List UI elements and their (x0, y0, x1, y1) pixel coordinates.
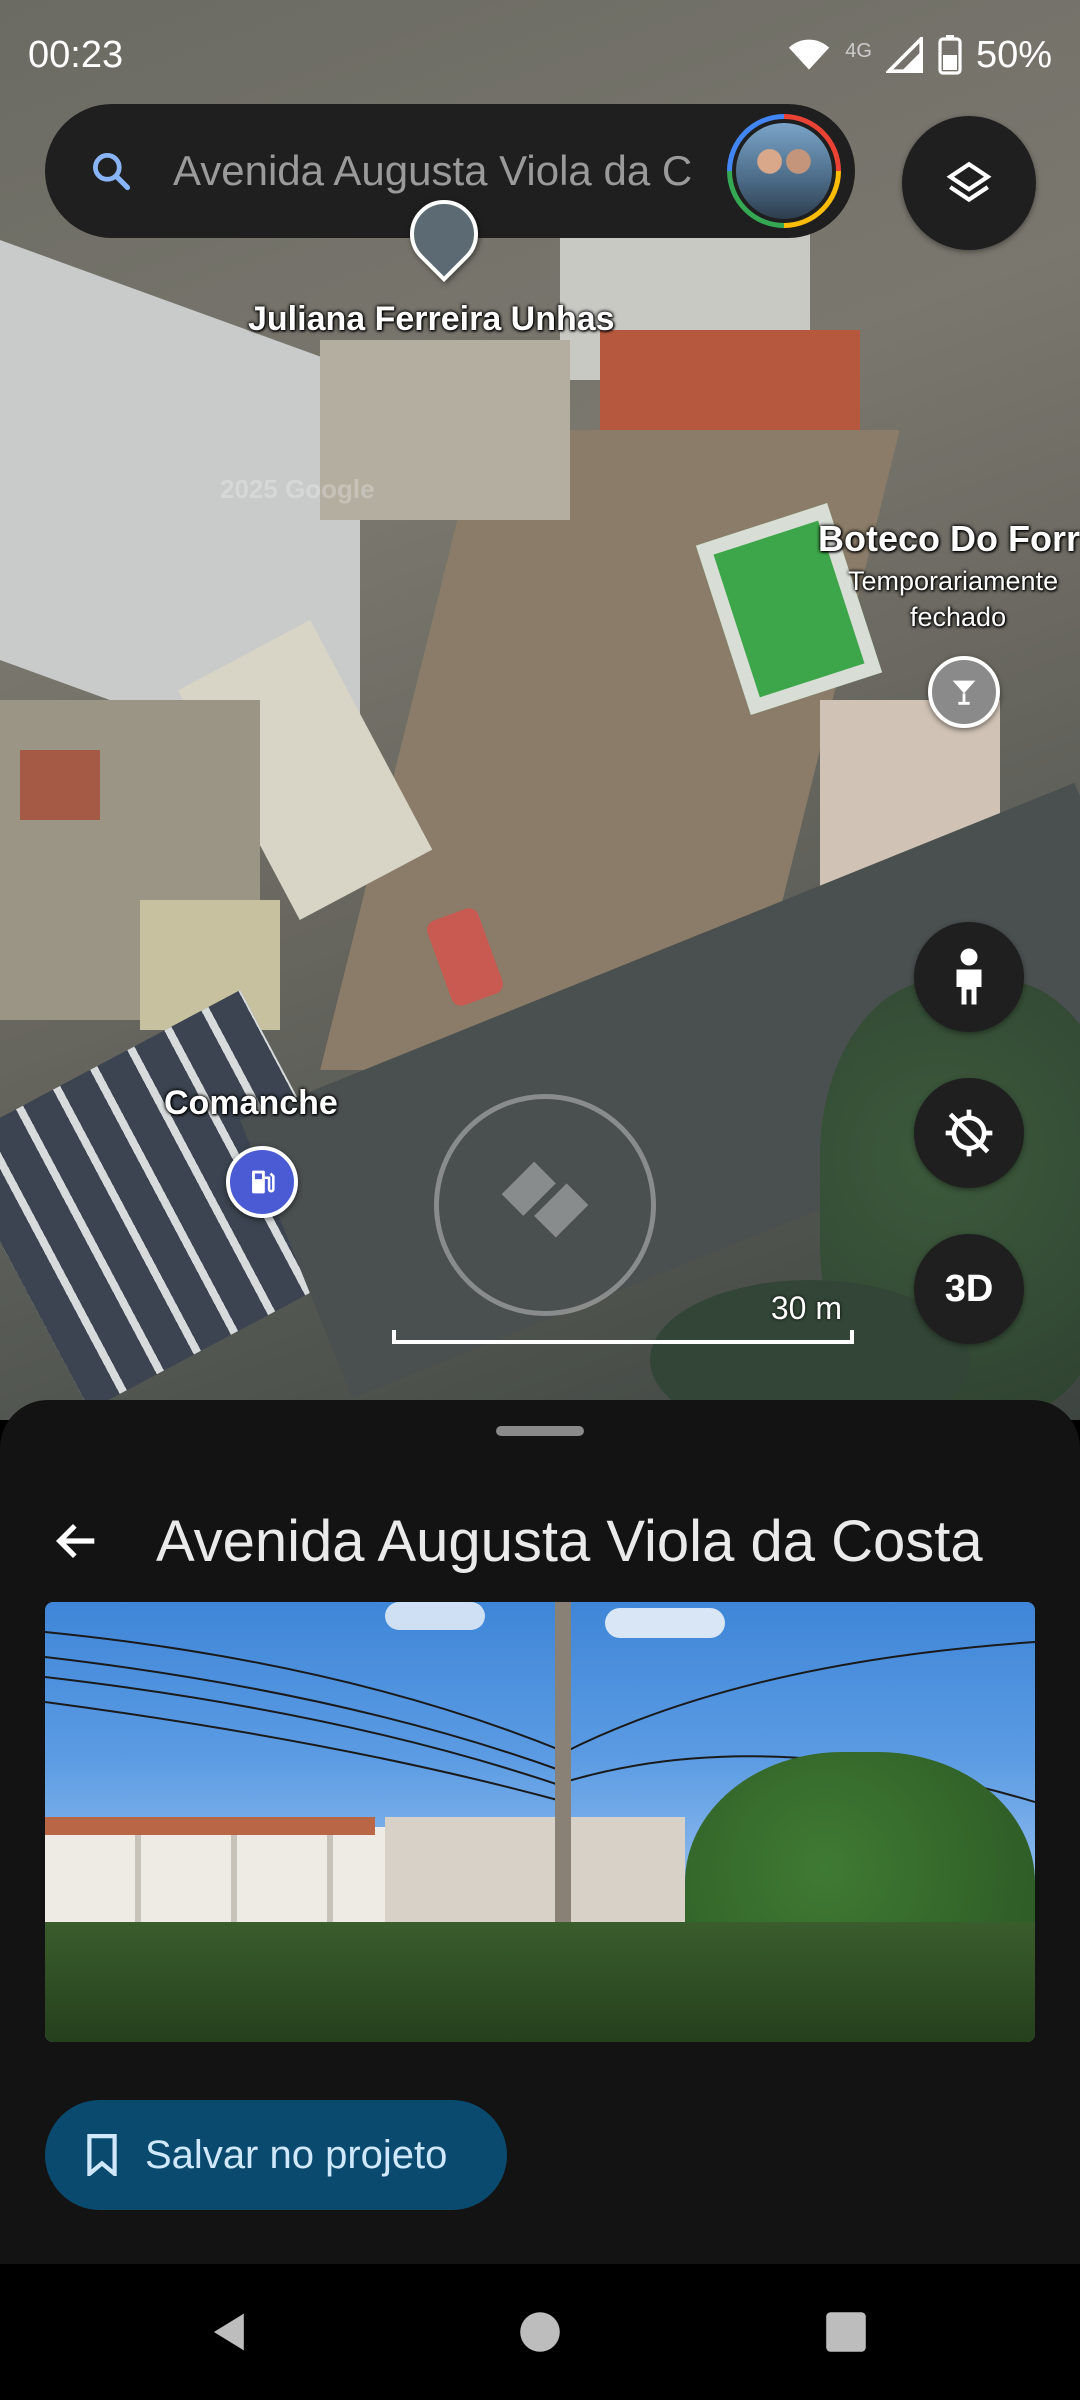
bar-pin[interactable] (928, 656, 1000, 728)
nav-recents-button[interactable] (816, 2302, 876, 2362)
place-bottom-sheet[interactable]: Avenida Augusta Viola da Costa Salvar no… (0, 1400, 1080, 2264)
photo-roofs (45, 1817, 375, 1835)
place-label-boteco[interactable]: Boteco Do Forr (818, 518, 1080, 560)
scale-label: 30 m (770, 1290, 842, 1326)
save-button-label: Salvar no projeto (145, 2132, 448, 2177)
place-title: Avenida Augusta Viola da Costa (156, 1509, 983, 1574)
avatar-photo (732, 119, 836, 223)
avatar[interactable] (727, 114, 841, 228)
network-type: 4G (845, 39, 872, 62)
place-label-juliana[interactable]: Juliana Ferreira Unhas (248, 300, 615, 339)
map-copyright-watermark: 2025 Google (220, 474, 375, 504)
back-button[interactable] (36, 1500, 118, 1582)
status-icons: 4G 50% (787, 34, 1052, 77)
scale-bar (392, 1330, 854, 1344)
nav-home-button[interactable] (510, 2302, 570, 2362)
place-label-comanche[interactable]: Comanche (164, 1084, 338, 1123)
photo-hedge (45, 1922, 1035, 2042)
my-location-button[interactable] (914, 1078, 1024, 1188)
wifi-icon (789, 39, 830, 70)
street-view-photo[interactable] (45, 1602, 1035, 2042)
map-center-logo (434, 1094, 656, 1316)
status-bar: 00:23 4G 50% (0, 0, 1080, 110)
search-input[interactable]: Avenida Augusta Viola da C (173, 147, 713, 195)
nav-home-icon (520, 2312, 560, 2352)
nav-recents-icon (826, 2312, 866, 2352)
map-scale: 30 m (392, 1290, 854, 1350)
earth-logo-icon (501, 1161, 589, 1238)
location-off-icon (945, 1109, 993, 1157)
gas-station-pin[interactable] (226, 1146, 298, 1218)
layers-button[interactable] (902, 116, 1036, 250)
cocktail-icon (952, 680, 976, 705)
map-building (20, 750, 100, 820)
toggle-3d-button[interactable]: 3D (914, 1234, 1024, 1344)
place-status-boteco-1: Temporariamente (848, 566, 1059, 596)
back-arrow-icon (55, 1523, 95, 1559)
fuel-icon (252, 1170, 275, 1194)
nav-back-icon (213, 2313, 244, 2351)
satellite-map[interactable]: 00:23 4G 50% Avenida Augusta Viola da C … (0, 0, 1080, 1420)
drag-handle[interactable] (496, 1426, 584, 1436)
system-nav-bar (0, 2264, 1080, 2400)
signal-icon (885, 37, 923, 73)
battery-icon (938, 35, 962, 75)
search-icon[interactable] (89, 149, 133, 193)
status-time: 00:23 (28, 33, 124, 76)
bookmark-icon (87, 2134, 117, 2176)
layers-icon (946, 161, 992, 203)
nav-back-button[interactable] (200, 2302, 260, 2362)
battery-percent: 50% (975, 33, 1052, 76)
photo-building (385, 1817, 685, 1937)
pegman-icon (956, 948, 982, 1005)
save-to-project-button[interactable]: Salvar no projeto (45, 2100, 507, 2210)
street-view-button[interactable] (914, 922, 1024, 1032)
place-status-boteco-2: fechado (910, 602, 1007, 632)
